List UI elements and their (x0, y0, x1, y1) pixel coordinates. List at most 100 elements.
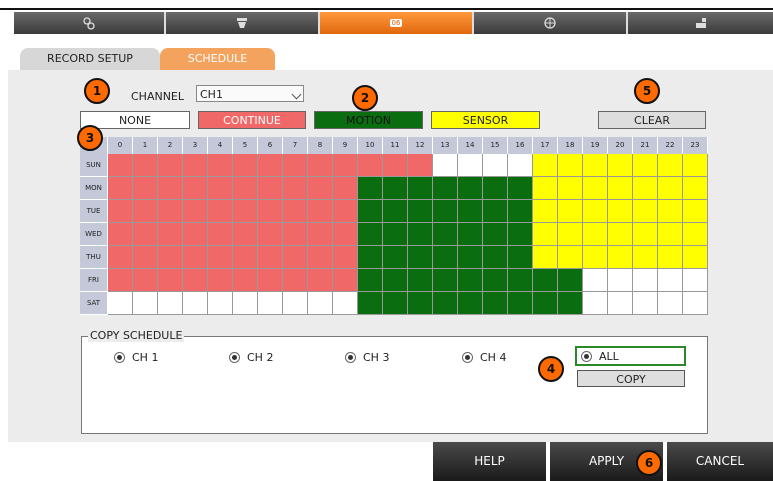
hour-header[interactable]: 16 (508, 137, 533, 154)
schedule-cell[interactable] (533, 177, 558, 200)
schedule-cell[interactable] (658, 246, 683, 269)
schedule-cell[interactable] (333, 177, 358, 200)
schedule-cell[interactable] (583, 177, 608, 200)
hour-header[interactable]: 12 (408, 137, 433, 154)
schedule-cell[interactable] (408, 154, 433, 177)
help-button[interactable]: HELP (433, 442, 546, 481)
schedule-cell[interactable] (158, 200, 183, 223)
schedule-cell[interactable] (583, 223, 608, 246)
schedule-cell[interactable] (683, 154, 708, 177)
schedule-cell[interactable] (158, 269, 183, 292)
schedule-cell[interactable] (208, 177, 233, 200)
schedule-cell[interactable] (433, 200, 458, 223)
schedule-cell[interactable] (108, 269, 133, 292)
schedule-cell[interactable] (633, 269, 658, 292)
schedule-cell[interactable] (458, 292, 483, 315)
schedule-cell[interactable] (183, 154, 208, 177)
schedule-cell[interactable] (533, 200, 558, 223)
hour-header[interactable]: 0 (108, 137, 133, 154)
schedule-cell[interactable] (208, 269, 233, 292)
hour-header[interactable]: 9 (333, 137, 358, 154)
schedule-cell[interactable] (133, 292, 158, 315)
schedule-cell[interactable] (408, 223, 433, 246)
clear-button[interactable]: CLEAR (598, 111, 706, 129)
schedule-cell[interactable] (158, 223, 183, 246)
hour-header[interactable]: 17 (533, 137, 558, 154)
copy-radio-ch4[interactable]: CH 4 (462, 351, 506, 364)
schedule-cell[interactable] (258, 246, 283, 269)
schedule-cell[interactable] (483, 177, 508, 200)
hour-header[interactable]: 6 (258, 137, 283, 154)
schedule-tab-icon[interactable]: 06 (320, 12, 474, 34)
schedule-cell[interactable] (308, 292, 333, 315)
schedule-cell[interactable] (333, 200, 358, 223)
schedule-cell[interactable] (283, 200, 308, 223)
schedule-cell[interactable] (558, 246, 583, 269)
schedule-cell[interactable] (133, 200, 158, 223)
hour-header[interactable]: 22 (658, 137, 683, 154)
schedule-cell[interactable] (683, 246, 708, 269)
schedule-cell[interactable] (208, 292, 233, 315)
schedule-cell[interactable] (258, 154, 283, 177)
schedule-cell[interactable] (158, 246, 183, 269)
schedule-cell[interactable] (508, 200, 533, 223)
schedule-cell[interactable] (383, 246, 408, 269)
schedule-cell[interactable] (108, 292, 133, 315)
hour-header[interactable]: 15 (483, 137, 508, 154)
schedule-cell[interactable] (508, 154, 533, 177)
schedule-cell[interactable] (183, 223, 208, 246)
hour-header[interactable]: 8 (308, 137, 333, 154)
schedule-cell[interactable] (458, 246, 483, 269)
schedule-cell[interactable] (133, 246, 158, 269)
schedule-cell[interactable] (233, 177, 258, 200)
schedule-cell[interactable] (233, 154, 258, 177)
schedule-cell[interactable] (508, 292, 533, 315)
schedule-cell[interactable] (633, 292, 658, 315)
hour-header[interactable]: 19 (583, 137, 608, 154)
schedule-cell[interactable] (633, 200, 658, 223)
schedule-cell[interactable] (383, 177, 408, 200)
schedule-cell[interactable] (683, 292, 708, 315)
schedule-cell[interactable] (258, 200, 283, 223)
schedule-cell[interactable] (358, 269, 383, 292)
schedule-cell[interactable] (333, 246, 358, 269)
schedule-cell[interactable] (108, 246, 133, 269)
schedule-cell[interactable] (358, 223, 383, 246)
schedule-cell[interactable] (308, 246, 333, 269)
schedule-cell[interactable] (258, 177, 283, 200)
day-label[interactable]: FRI (80, 269, 108, 292)
network-tab[interactable] (474, 12, 628, 34)
schedule-cell[interactable] (283, 292, 308, 315)
schedule-cell[interactable] (608, 177, 633, 200)
schedule-cell[interactable] (133, 223, 158, 246)
schedule-cell[interactable] (208, 223, 233, 246)
schedule-cell[interactable] (633, 154, 658, 177)
schedule-cell[interactable] (608, 246, 633, 269)
schedule-cell[interactable] (308, 223, 333, 246)
legend-motion[interactable]: MOTION (314, 111, 423, 129)
system-tab[interactable] (628, 12, 773, 34)
schedule-cell[interactable] (108, 177, 133, 200)
schedule-cell[interactable] (433, 269, 458, 292)
cancel-button[interactable]: CANCEL (667, 442, 773, 481)
schedule-cell[interactable] (508, 246, 533, 269)
schedule-cell[interactable] (433, 177, 458, 200)
schedule-cell[interactable] (608, 223, 633, 246)
schedule-cell[interactable] (358, 177, 383, 200)
schedule-cell[interactable] (283, 246, 308, 269)
schedule-cell[interactable] (233, 200, 258, 223)
schedule-cell[interactable] (258, 269, 283, 292)
schedule-cell[interactable] (608, 269, 633, 292)
hour-header[interactable]: 4 (208, 137, 233, 154)
schedule-cell[interactable] (183, 177, 208, 200)
hour-header[interactable]: 18 (558, 137, 583, 154)
schedule-cell[interactable] (383, 269, 408, 292)
schedule-cell[interactable] (583, 269, 608, 292)
schedule-cell[interactable] (108, 200, 133, 223)
tab-schedule[interactable]: SCHEDULE (160, 48, 275, 70)
schedule-cell[interactable] (533, 292, 558, 315)
hour-header[interactable]: 11 (383, 137, 408, 154)
schedule-cell[interactable] (283, 177, 308, 200)
schedule-cell[interactable] (533, 223, 558, 246)
schedule-cell[interactable] (333, 154, 358, 177)
